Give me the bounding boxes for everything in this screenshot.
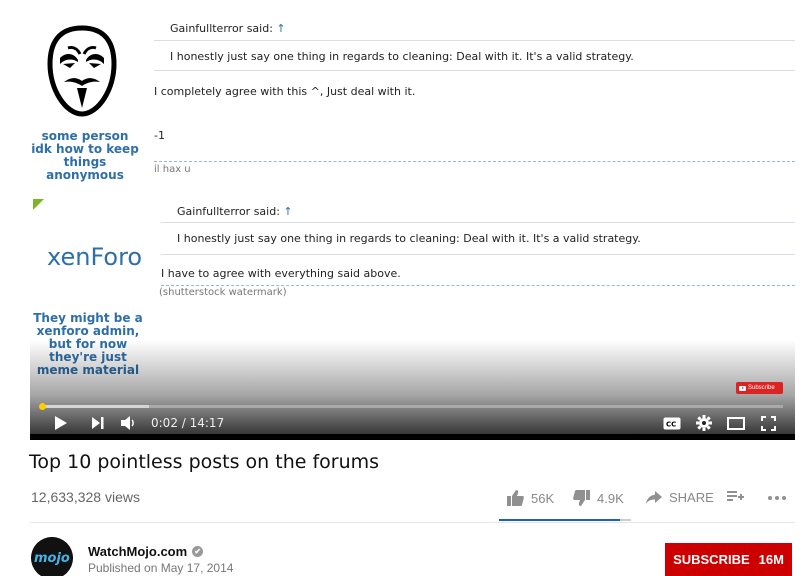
fullscreen-icon (761, 415, 776, 431)
video-title: Top 10 pointless posts on the forums (29, 451, 380, 473)
captions-icon: CC (663, 417, 681, 429)
share-label: SHARE (669, 490, 714, 505)
settings-icon (696, 415, 712, 431)
youtube-watch-page: some person idk how to keep things anony… (0, 0, 807, 576)
player-bottom-edge (30, 434, 795, 440)
signature-text: (shutterstock watermark) (159, 287, 287, 298)
quote-divider (154, 40, 795, 41)
scrubber-handle[interactable] (39, 403, 46, 410)
quote-author: Gainfullterror said: ↑ (177, 205, 293, 218)
annotation-anonymous: some person idk how to keep things anony… (31, 129, 139, 182)
buffer-fill (42, 405, 150, 408)
thumbs-down-icon (573, 490, 590, 506)
publish-date: Published on May 17, 2014 (88, 561, 234, 575)
signature-divider (161, 285, 795, 286)
subscriber-count: 16M (758, 552, 784, 567)
subscribe-button[interactable]: SUBSCRIBE 16M (665, 543, 792, 576)
quote-author-name: Gainfullterror said: (170, 22, 273, 35)
play-icon (55, 416, 67, 430)
channel-avatar[interactable]: mojo (31, 537, 73, 576)
share-button[interactable]: SHARE (646, 490, 714, 505)
verified-badge-icon: ✔ (192, 546, 204, 557)
play-button[interactable] (54, 412, 68, 434)
signature-divider (154, 161, 795, 162)
like-count: 56K (531, 490, 555, 506)
quote-text: I honestly just say one thing in regards… (177, 232, 641, 245)
quote-divider (154, 70, 795, 71)
video-player[interactable]: some person idk how to keep things anony… (30, 0, 795, 440)
progress-bar[interactable] (42, 405, 783, 408)
watchmojo-logo-icon: mojo (31, 537, 73, 576)
channel-name: WatchMojo.com (88, 544, 188, 559)
more-actions-button[interactable] (768, 490, 786, 503)
view-count: 12,633,328 views (31, 489, 140, 505)
quote-divider (161, 254, 795, 255)
xenforo-logo: xenForo (47, 243, 143, 271)
post-text: I completely agree with this ^, Just dea… (154, 85, 416, 98)
channel-name-link[interactable]: WatchMojo.com ✔ (88, 544, 204, 559)
share-icon (646, 491, 662, 504)
quote-author-name: Gainfullterror said: (177, 205, 280, 218)
like-ratio-fill (499, 519, 621, 521)
post-text-2: -1 (154, 129, 165, 142)
add-to-playlist-button[interactable] (727, 490, 744, 503)
next-icon (92, 417, 104, 429)
add-to-playlist-icon (727, 491, 744, 501)
quote-jump-arrow[interactable]: ↑ (283, 205, 292, 218)
next-button[interactable] (91, 412, 105, 434)
signature-text: il hax u (154, 164, 191, 175)
player-controls: 0:02 / 14:17 CC (30, 412, 795, 434)
avatar-text: mojo (34, 551, 70, 566)
settings-button[interactable] (696, 412, 712, 434)
svg-text:CC: CC (666, 420, 676, 428)
time-display: 0:02 / 14:17 (151, 416, 225, 430)
info-divider (30, 522, 795, 523)
anonymous-mask-icon (47, 25, 117, 117)
fullscreen-button[interactable] (761, 412, 776, 434)
thumbs-up-icon (507, 490, 524, 506)
theater-mode-button[interactable] (727, 412, 745, 434)
dislike-count: 4.9K (597, 490, 624, 506)
corner-marker-icon (33, 199, 44, 210)
volume-icon (121, 416, 134, 430)
theater-icon (727, 416, 745, 430)
post-text: I have to agree with everything said abo… (161, 267, 401, 280)
quote-author: Gainfullterror said: ↑ (170, 22, 286, 35)
subscribe-watermark-label: Subscribe (748, 385, 775, 391)
more-options-icon (768, 496, 786, 500)
sentiment-bar (499, 519, 631, 521)
captions-button[interactable]: CC (663, 412, 681, 434)
quote-text: I honestly just say one thing in regards… (170, 50, 634, 63)
volume-button[interactable] (120, 412, 136, 434)
youtube-logo-icon (739, 385, 746, 391)
quote-divider (161, 222, 795, 223)
subscribe-watermark[interactable]: Subscribe (736, 382, 783, 394)
quote-jump-arrow[interactable]: ↑ (276, 22, 285, 35)
subscribe-label: SUBSCRIBE (673, 552, 750, 567)
dislike-button[interactable]: 4.9K (573, 490, 624, 506)
like-button[interactable]: 56K (507, 490, 554, 506)
